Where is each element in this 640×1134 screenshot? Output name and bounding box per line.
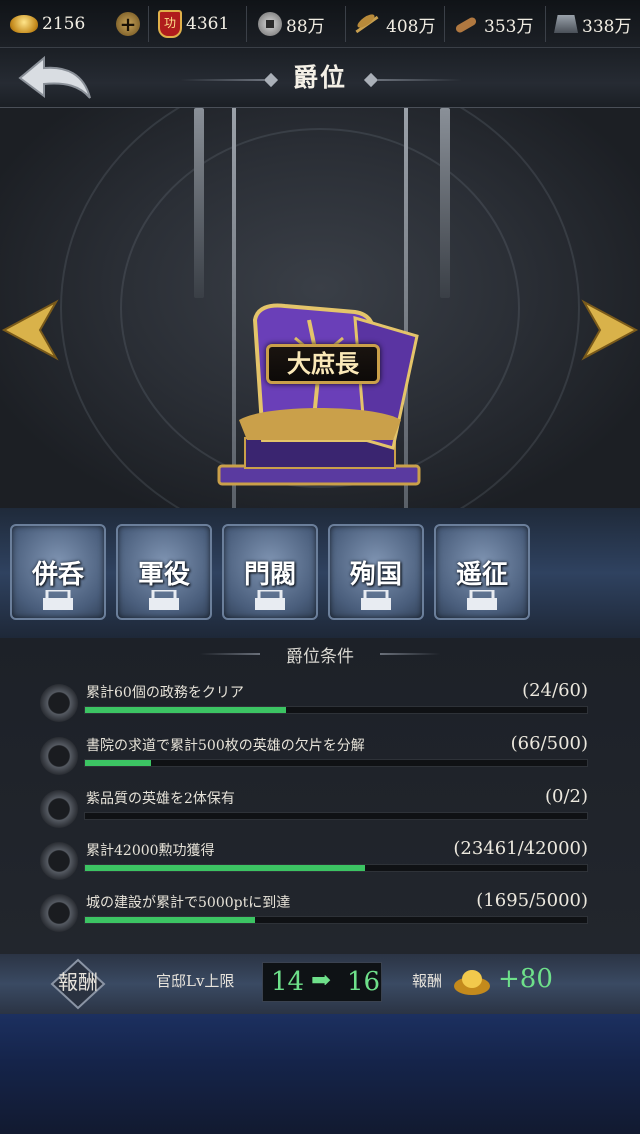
condition-row: 書院の求道で累計500枚の英雄の欠片を分解 (66/500) xyxy=(40,729,600,781)
grain-resource: 408万 xyxy=(352,0,435,48)
arrow-right-icon: ➡ xyxy=(311,966,332,994)
grain-amount: 408万 xyxy=(386,16,436,37)
header: 爵位 xyxy=(0,48,640,108)
condition-bullet-icon xyxy=(40,842,78,880)
condition-bullet-icon xyxy=(40,790,78,828)
condition-count: (23461/42000) xyxy=(453,838,588,859)
condition-progress-bar xyxy=(84,759,588,767)
divider xyxy=(246,6,247,42)
condition-progress-fill xyxy=(85,917,256,923)
gold-amount: 2156 xyxy=(42,14,86,34)
reward-label: 報酬 xyxy=(412,972,443,990)
category-button-heidon[interactable]: 併呑 xyxy=(10,524,106,620)
plus-icon[interactable]: + xyxy=(116,12,140,36)
condition-text: 書院の求道で累計500枚の英雄の欠片を分解 xyxy=(86,738,365,754)
iron-icon xyxy=(554,15,578,33)
divider xyxy=(148,6,149,42)
category-button-junkoku[interactable]: 殉国 xyxy=(328,524,424,620)
level-from: 14 xyxy=(271,967,305,997)
condition-bullet-icon xyxy=(40,737,78,775)
coin-resource: 88万 xyxy=(258,0,325,48)
condition-progress-fill xyxy=(85,760,152,766)
category-label: 併呑 xyxy=(31,560,84,590)
condition-count: (24/60) xyxy=(522,680,588,701)
condition-row: 紫品質の英雄を2体保有 (0/2) xyxy=(40,782,600,834)
next-rank-arrow-icon[interactable] xyxy=(580,298,640,362)
divider xyxy=(444,6,445,42)
condition-row: 累計42000勲功獲得 (23461/42000) xyxy=(40,834,600,886)
category-label: 遥征 xyxy=(455,560,508,590)
merit-icon: 功 xyxy=(158,10,182,38)
conditions-title: 爵位条件 xyxy=(286,647,354,667)
back-arrow-icon[interactable] xyxy=(14,52,94,104)
category-label: 殉国 xyxy=(349,560,402,590)
title-line-left xyxy=(180,79,264,81)
reward-row: 報酬 官邸Lv上限 14 ➡ 16 報酬 +80 xyxy=(0,954,640,1014)
wood-amount: 353万 xyxy=(484,16,534,37)
divider xyxy=(345,6,346,42)
rank-showcase: 大庶長 xyxy=(0,108,640,508)
category-button-monbatsu[interactable]: 門閥 xyxy=(222,524,318,620)
page-title: 爵位 xyxy=(292,63,347,92)
condition-progress-fill xyxy=(85,707,286,713)
condition-text: 累計60個の政務をクリア xyxy=(86,685,244,701)
condition-row: 城の建設が累計で5000ptに到達 (1695/5000) xyxy=(40,886,600,938)
reward-description: 官邸Lv上限 xyxy=(156,972,235,990)
grain-icon xyxy=(352,13,382,35)
resource-bar: 2156 + 功 4361 88万 408万 353万 338万 xyxy=(0,0,640,48)
condition-count: (0/2) xyxy=(544,786,588,807)
gold-resource: 2156 xyxy=(10,0,85,48)
lock-icon xyxy=(149,590,179,610)
coin-icon xyxy=(258,12,282,36)
condition-count: (66/500) xyxy=(510,733,588,754)
coin-amount: 88万 xyxy=(286,16,325,37)
rank-category-bar: 併呑 軍役 門閥 殉国 遥征 xyxy=(0,508,640,638)
condition-progress-fill xyxy=(85,865,366,871)
condition-progress-bar xyxy=(84,812,588,820)
category-label: 門閥 xyxy=(243,560,296,590)
reward-amount: +80 xyxy=(498,964,553,994)
bottom-panel xyxy=(0,1014,640,1134)
iron-resource: 338万 xyxy=(554,0,631,48)
lock-icon xyxy=(467,590,497,610)
tassel-left xyxy=(194,108,204,298)
gold-ingot-icon xyxy=(454,970,490,995)
level-cap-box: 14 ➡ 16 xyxy=(262,962,382,1002)
prev-rank-arrow-icon[interactable] xyxy=(0,298,60,362)
category-button-yousei[interactable]: 遥征 xyxy=(434,524,530,620)
gold-ingot-icon xyxy=(10,15,38,33)
category-button-gunyaku[interactable]: 軍役 xyxy=(116,524,212,620)
title-line-right xyxy=(378,79,462,81)
reward-badge-label: 報酬 xyxy=(58,970,98,994)
merit-resource: 功 4361 xyxy=(158,0,229,48)
condition-text: 城の建設が累計で5000ptに到達 xyxy=(86,895,291,911)
lock-icon xyxy=(43,590,73,610)
condition-progress-bar xyxy=(84,916,588,924)
lock-icon xyxy=(255,590,285,610)
rank-name-plate: 大庶長 xyxy=(266,344,380,384)
condition-progress-bar xyxy=(84,864,588,872)
add-gold-button[interactable]: + xyxy=(116,0,144,48)
wood-icon xyxy=(452,13,480,35)
divider xyxy=(545,6,546,42)
category-label: 軍役 xyxy=(137,560,190,590)
rank-conditions-panel: 爵位条件 累計60個の政務をクリア (24/60) 書院の求道で累計500枚の英… xyxy=(0,638,640,954)
level-to: 16 xyxy=(347,967,381,997)
condition-row: 累計60個の政務をクリア (24/60) xyxy=(40,676,600,728)
condition-progress-bar xyxy=(84,706,588,714)
condition-count: (1695/5000) xyxy=(476,890,588,911)
condition-text: 紫品質の英雄を2体保有 xyxy=(86,791,235,807)
condition-bullet-icon xyxy=(40,894,78,932)
iron-amount: 338万 xyxy=(582,16,632,37)
condition-text: 累計42000勲功獲得 xyxy=(86,843,215,859)
wood-resource: 353万 xyxy=(452,0,533,48)
condition-bullet-icon xyxy=(40,684,78,722)
tassel-right xyxy=(440,108,450,298)
merit-amount: 4361 xyxy=(186,14,230,34)
lock-icon xyxy=(361,590,391,610)
